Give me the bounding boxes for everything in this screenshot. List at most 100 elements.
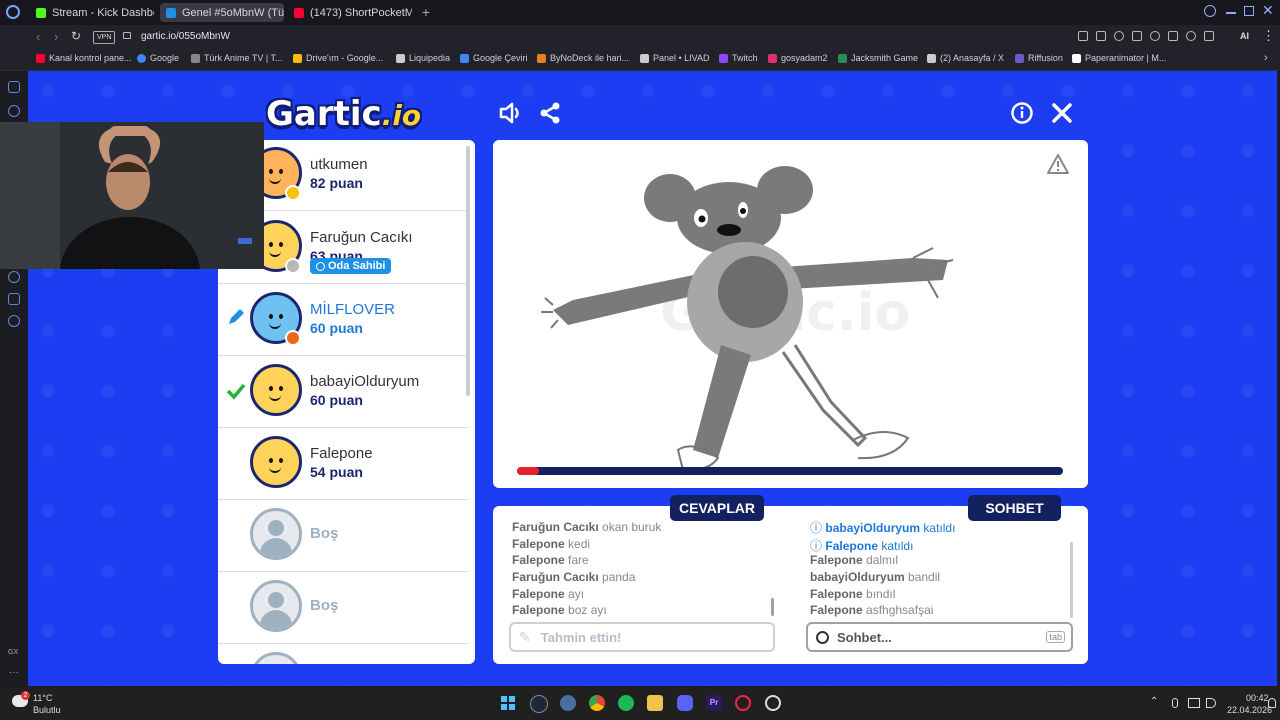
bookmark-item[interactable]: gosyadam2 xyxy=(768,53,828,63)
back-icon[interactable]: ‹ xyxy=(36,29,40,44)
tab-label: (1473) ShortPocketMonste xyxy=(310,6,412,19)
guess-input[interactable]: ✎ Tahmin ettin! xyxy=(509,622,775,652)
bookmark-item[interactable]: ByNoDeck ile hari... xyxy=(537,53,629,63)
folder-icon[interactable] xyxy=(647,695,663,711)
weather-temp: 11°C xyxy=(33,693,53,703)
share-icon[interactable] xyxy=(538,101,562,125)
chat-message: babayiOlduryum bandil xyxy=(810,570,941,584)
bookmark-item[interactable]: Jacksmith Game xyxy=(838,53,918,63)
chat-input[interactable]: Sohbet... tab xyxy=(806,622,1073,652)
sidebar-icon[interactable] xyxy=(8,105,20,117)
notification-icon[interactable] xyxy=(1268,698,1276,708)
url-field[interactable]: gartic.io/055oMbnW xyxy=(141,31,230,42)
empty-slot[interactable] xyxy=(218,643,468,664)
opera-logo-icon[interactable] xyxy=(6,5,20,19)
answer-message: Falepone ayı xyxy=(512,587,585,601)
player-score: 60 puan xyxy=(310,320,363,336)
new-tab-icon[interactable]: + xyxy=(418,4,434,20)
empty-slot[interactable]: Boş xyxy=(218,571,468,644)
obs-icon[interactable] xyxy=(765,695,781,711)
more-icon[interactable]: ··· xyxy=(9,667,19,678)
premiere-icon[interactable]: Pr xyxy=(706,695,722,711)
drawing-canvas[interactable]: Gartic.io xyxy=(493,140,1088,488)
steam-icon[interactable] xyxy=(530,695,548,713)
bookmark-item[interactable]: Twitch xyxy=(719,53,758,63)
answer-message: Faruğun Cacıkı okan buruk xyxy=(512,520,662,534)
bookmark-item[interactable]: Riffusion xyxy=(1015,53,1063,63)
microphone-icon[interactable] xyxy=(1172,698,1178,708)
gx-icon[interactable]: GX xyxy=(8,649,18,656)
chat-system-message: ⓘ babayiOlduryum katıldı xyxy=(810,521,956,535)
clock-time[interactable]: 00:42 xyxy=(1246,693,1269,703)
sidebar-icon[interactable] xyxy=(8,81,20,93)
bookmark-item[interactable]: Drive'ım - Google... xyxy=(293,53,383,63)
close-window-icon[interactable]: ✕ xyxy=(1262,2,1274,19)
bookmark-label: Google xyxy=(150,53,180,63)
history-icon[interactable] xyxy=(8,271,20,283)
close-icon[interactable] xyxy=(1050,101,1074,125)
windows-start-icon[interactable] xyxy=(501,696,515,710)
search-icon[interactable] xyxy=(1204,5,1216,17)
vpn-badge[interactable]: VPN xyxy=(93,31,116,44)
player-name: Faruğun Cacıkı xyxy=(310,229,413,246)
report-warning-icon[interactable] xyxy=(1046,153,1070,175)
opera-gx-icon[interactable] xyxy=(735,695,751,711)
network-icon[interactable] xyxy=(1188,698,1200,708)
discord-icon[interactable] xyxy=(677,695,693,711)
bookmark-item[interactable]: Google Çeviri xyxy=(460,53,528,63)
translate-icon xyxy=(460,53,469,63)
bookmark-item[interactable]: Kanal kontrol pane... xyxy=(36,53,132,63)
toolbar-extension-icons[interactable] xyxy=(1078,31,1238,43)
ai-button[interactable]: AI xyxy=(1240,31,1249,41)
bookmark-item[interactable]: Liquipedia xyxy=(396,53,450,63)
app-icon[interactable] xyxy=(560,695,576,711)
answer-message: Faruğun Cacıkı panda xyxy=(512,570,636,584)
answers-tab-button[interactable]: CEVAPLAR xyxy=(670,495,764,521)
answers-scrollbar[interactable] xyxy=(771,598,774,616)
bookmark-label: ByNoDeck ile hari... xyxy=(550,53,630,63)
minimize-icon[interactable] xyxy=(1226,12,1236,14)
bookmark-item[interactable]: Paperanimator | M... xyxy=(1072,53,1166,63)
maximize-icon[interactable] xyxy=(1244,6,1254,16)
player-row: Falepone 54 puan xyxy=(218,427,468,500)
players-scrollbar[interactable] xyxy=(466,146,470,396)
spotify-icon[interactable] xyxy=(618,695,634,711)
bookmark-item[interactable]: Google xyxy=(137,53,179,63)
logo-io-text: .io xyxy=(381,99,422,132)
extensions-icon[interactable] xyxy=(8,293,20,305)
bookmarks-overflow-icon[interactable]: › xyxy=(1264,52,1268,64)
menu-icon[interactable]: ⋮ xyxy=(1262,28,1275,44)
pencil-icon: ✎ xyxy=(519,628,531,645)
webcam-overlay xyxy=(0,122,264,269)
empty-slot[interactable]: Boş xyxy=(218,499,468,572)
bookmark-item[interactable]: (2) Anasayfa / X xyxy=(927,53,1004,63)
koala-drawing: Gartic.io xyxy=(541,166,954,472)
youtube-icon xyxy=(36,53,45,63)
site-icon xyxy=(838,53,847,63)
tray-chevron-icon[interactable]: ⌃ xyxy=(1150,696,1158,707)
bookmark-item[interactable]: Türk Anime TV | T... xyxy=(191,53,283,63)
empty-avatar-icon xyxy=(250,508,302,560)
empty-avatar-icon xyxy=(250,652,302,664)
answer-message: Falepone boz ayı xyxy=(512,603,607,617)
sound-icon[interactable] xyxy=(498,101,524,125)
settings-icon[interactable] xyxy=(8,315,20,327)
chat-scrollbar[interactable] xyxy=(1070,542,1073,618)
clock-date[interactable]: 22.04.2026 xyxy=(1227,705,1272,715)
tab-kick-dashboard[interactable]: Stream - Kick Dashboard xyxy=(30,3,154,22)
chrome-icon[interactable] xyxy=(589,695,605,711)
bookmark-item[interactable]: Panel • LIVAD xyxy=(640,53,710,63)
forward-icon[interactable]: › xyxy=(54,29,58,44)
windows-taskbar: 2 11°C Bulutlu Pr ⌃ 00:42 22.04.2026 xyxy=(0,687,1280,720)
reload-icon[interactable]: ↻ xyxy=(71,29,81,43)
address-bar-row: ‹ › ↻ VPN gartic.io/055oMbnW AI ⋮ xyxy=(0,25,1280,50)
tab-gartic[interactable]: Genel #5oMbnW (Türkçe) xyxy=(160,3,284,22)
player-name: babayiOlduryum xyxy=(310,373,420,390)
tab-youtube[interactable]: (1473) ShortPocketMonste xyxy=(288,3,412,22)
volume-icon[interactable] xyxy=(1206,698,1216,708)
bookmarks-bar: Kanal kontrol pane... Google Türk Anime … xyxy=(0,50,1280,71)
avatar xyxy=(250,436,302,488)
info-icon[interactable] xyxy=(1010,101,1034,125)
badge-label: Oda Sahibi xyxy=(328,260,386,272)
chat-tab-button[interactable]: SOHBET xyxy=(968,495,1061,521)
